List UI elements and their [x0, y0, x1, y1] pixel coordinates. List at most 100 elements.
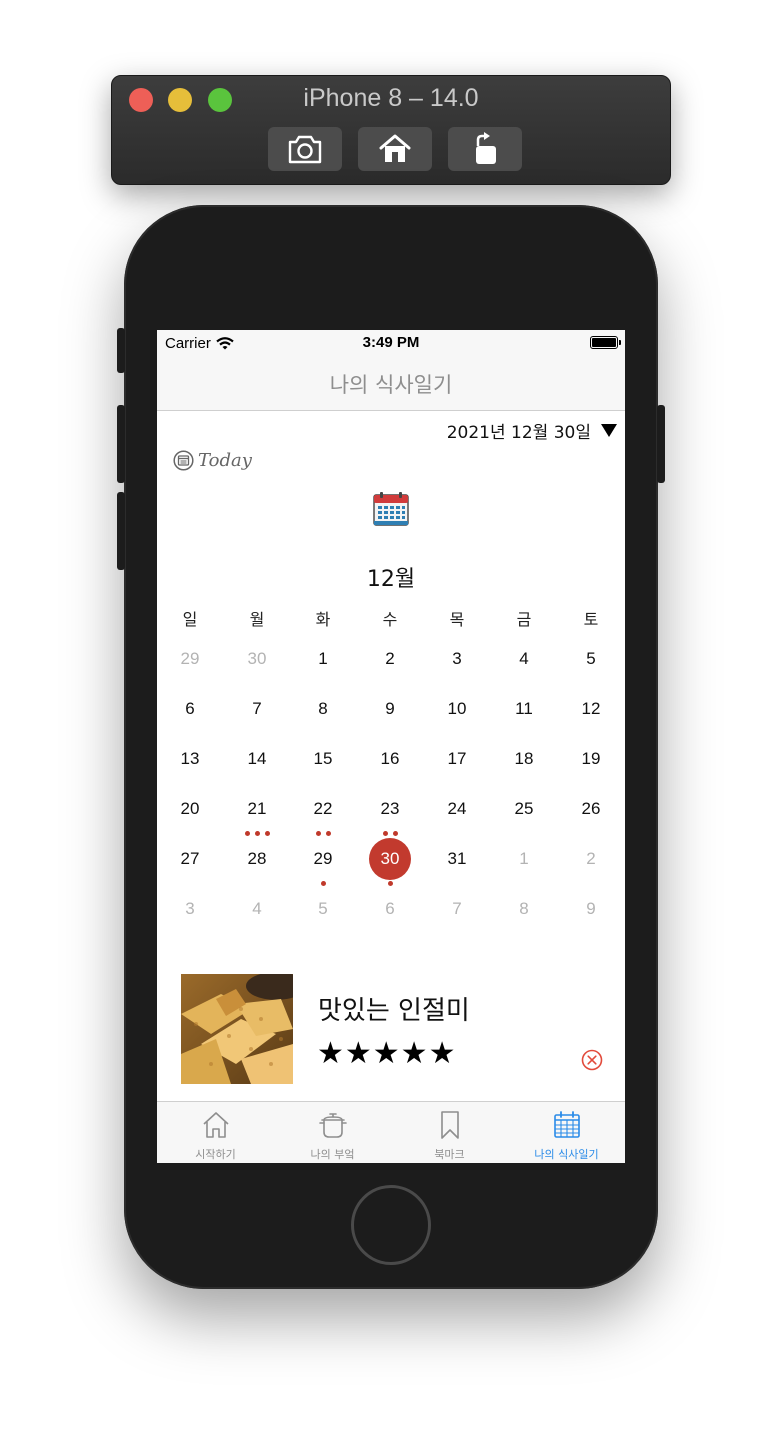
calendar-day[interactable]: 24	[424, 788, 490, 830]
calendar-day[interactable]: 2	[558, 838, 624, 880]
house-icon	[379, 134, 411, 162]
calendar-day[interactable]: 1	[290, 638, 356, 680]
camera-icon	[288, 135, 322, 164]
calendar-day-number: 10	[447, 699, 467, 718]
calendar-day-number: 9	[385, 699, 395, 718]
calendar-day[interactable]: 30	[224, 638, 290, 680]
calendar-day[interactable]: 26	[558, 788, 624, 830]
weekday-label: 화	[315, 610, 331, 629]
calendar-day[interactable]: 15	[290, 738, 356, 780]
calendar-day-number: 3	[452, 649, 462, 668]
calendar-day-number: 6	[185, 699, 195, 718]
calendar-day[interactable]: 2	[357, 638, 423, 680]
tab-start-label: 시작하기	[195, 1148, 236, 1161]
calendar-day-number: 20	[180, 799, 200, 818]
calendar-day[interactable]: 7	[424, 888, 490, 930]
calendar-day[interactable]: 28	[224, 838, 290, 880]
calendar-day[interactable]: 3	[157, 888, 223, 930]
calendar-day[interactable]: 6	[357, 888, 423, 930]
calendar-day[interactable]: 18	[491, 738, 557, 780]
calendar-day[interactable]: 20	[157, 788, 223, 830]
date-picker-value: 2021년 12월 30일	[446, 423, 591, 443]
weekday-label: 토	[583, 610, 599, 629]
calendar-day-number: 22	[313, 799, 333, 818]
calendar-icon	[553, 1111, 580, 1138]
calendar-day-number: 29	[180, 649, 200, 668]
calendar-day-number: 28	[247, 849, 267, 868]
calendar-day[interactable]: 10	[424, 688, 490, 730]
device-home-button[interactable]	[351, 1185, 431, 1265]
tab-meal-diary[interactable]: 나의 식사일기	[508, 1102, 625, 1163]
calendar-day[interactable]: 12	[558, 688, 624, 730]
tab-kitchen[interactable]: 나의 부엌	[274, 1102, 391, 1163]
calendar-day[interactable]: 23	[357, 788, 423, 836]
today-label: Today	[198, 450, 252, 471]
weekday-label: 목	[449, 610, 465, 629]
event-dot	[382, 831, 388, 836]
calendar-day-number: 3	[185, 899, 195, 918]
tab-bar: 시작하기 나의 부엌 북마크 나의 식사일기	[157, 1101, 625, 1163]
calendar-day-number: 6	[385, 899, 395, 918]
event-dot	[387, 881, 393, 886]
event-dot	[320, 881, 326, 886]
calendar-day[interactable]: 14	[224, 738, 290, 780]
calendar-day[interactable]: 9	[357, 688, 423, 730]
calendar-day[interactable]: 25	[491, 788, 557, 830]
calendar-day[interactable]: 13	[157, 738, 223, 780]
calendar-day[interactable]: 17	[424, 738, 490, 780]
pot-icon	[318, 1113, 347, 1138]
calendar-day[interactable]: 8	[290, 688, 356, 730]
simulator-toolbar: iPhone 8 – 14.0	[111, 75, 671, 185]
calendar-day[interactable]: 5	[558, 638, 624, 680]
calendar-day[interactable]: 16	[357, 738, 423, 780]
tab-bookmark[interactable]: 북마크	[391, 1102, 508, 1163]
dropdown-arrow-icon	[601, 424, 617, 437]
calendar-day[interactable]: 22	[290, 788, 356, 836]
date-picker[interactable]: 2021년 12월 30일	[447, 418, 617, 443]
calendar-day-number: 13	[180, 749, 200, 768]
calendar-day[interactable]: 3	[424, 638, 490, 680]
calendar-day[interactable]: 6	[157, 688, 223, 730]
home-button[interactable]	[358, 127, 432, 171]
today-button[interactable]: Today	[173, 450, 252, 471]
rotate-icon	[476, 132, 496, 164]
meal-photo	[181, 974, 293, 1084]
calendar-day-number: 1	[519, 849, 529, 868]
star-rating: ★★★★★	[317, 1036, 457, 1071]
calendar-day[interactable]: 27	[157, 838, 223, 880]
meal-entry[interactable]: 맛있는 인절미 ★★★★★	[157, 960, 625, 1100]
calendar-day[interactable]: 19	[558, 738, 624, 780]
rotate-button[interactable]	[448, 127, 522, 171]
tab-start[interactable]: 시작하기	[157, 1102, 274, 1163]
calendar-day-number: 4	[252, 899, 262, 918]
calendar-day[interactable]: 4	[491, 638, 557, 680]
screenshot-button[interactable]	[268, 127, 342, 171]
calendar-day[interactable]: 5	[290, 888, 356, 930]
event-dots	[357, 831, 423, 836]
calendar-day[interactable]: 29	[290, 838, 356, 886]
calendar-icon	[373, 491, 409, 531]
calendar-day[interactable]: 9	[558, 888, 624, 930]
calendar-day[interactable]: 31	[424, 838, 490, 880]
calendar-day[interactable]: 21	[224, 788, 290, 836]
calendar-day[interactable]: 1	[491, 838, 557, 880]
calendar-day-number: 15	[313, 749, 333, 768]
delete-entry-button[interactable]	[581, 1049, 603, 1075]
calendar-day[interactable]: 29	[157, 638, 223, 680]
battery-icon	[590, 336, 621, 349]
bookmark-icon	[440, 1111, 459, 1139]
volume-down-button	[117, 492, 125, 570]
calendar-day[interactable]: 4	[224, 888, 290, 930]
calendar-day-number: 26	[581, 799, 601, 818]
event-dots	[290, 831, 356, 836]
status-bar: Carrier 3:49 PM	[157, 330, 625, 356]
calendar-day-number: 12	[581, 699, 601, 718]
event-dot	[392, 831, 398, 836]
weekday-label: 금	[516, 610, 532, 629]
calendar-day-selected[interactable]: 30	[357, 838, 423, 886]
calendar-day[interactable]: 8	[491, 888, 557, 930]
calendar-day[interactable]: 7	[224, 688, 290, 730]
calendar-day[interactable]: 11	[491, 688, 557, 730]
event-dots	[357, 881, 423, 886]
calendar-day-number: 24	[447, 799, 467, 818]
